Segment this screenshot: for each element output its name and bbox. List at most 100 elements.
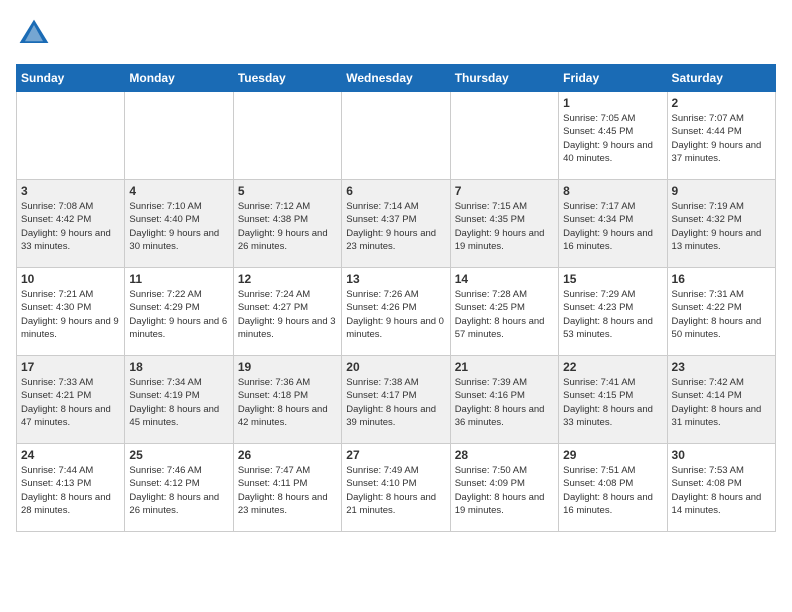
day-cell: 27Sunrise: 7:49 AM Sunset: 4:10 PM Dayli… (342, 444, 450, 532)
day-cell: 28 Sunrise: 7:50 AM Sunset: 4:09 PM Dayli… (450, 444, 558, 532)
day-number: 18 (129, 360, 228, 374)
day-info: Sunrise: 7:21 AM Sunset: 4:30 PM Dayligh… (21, 288, 120, 341)
calendar-body: 1 Sunrise: 7:05 AM Sunset: 4:45 PM Daylig… (17, 92, 776, 532)
day-info: Sunrise: 7:29 AM Sunset: 4:23 PM Dayligh… (563, 288, 662, 341)
day-number: 28 (455, 448, 554, 462)
day-cell: 11 Sunrise: 7:22 AM Sunset: 4:29 PM Dayli… (125, 268, 233, 356)
day-info: Sunrise: 7:26 AM Sunset: 4:26 PM Dayligh… (346, 288, 445, 341)
day-info: Sunrise: 7:53 AM Sunset: 4:08 PM Dayligh… (672, 464, 771, 517)
day-cell (125, 92, 233, 180)
day-number: 16 (672, 272, 771, 286)
day-number: 27 (346, 448, 445, 462)
day-number: 9 (672, 184, 771, 198)
day-info: Sunrise: 7:33 AM Sunset: 4:21 PM Dayligh… (21, 376, 120, 429)
week-row-2: 3 Sunrise: 7:08 AM Sunset: 4:42 PM Daylig… (17, 180, 776, 268)
day-cell: 15 Sunrise: 7:29 AM Sunset: 4:23 PM Dayli… (559, 268, 667, 356)
day-number: 22 (563, 360, 662, 374)
day-cell: 12 Sunrise: 7:24 AM Sunset: 4:27 PM Dayli… (233, 268, 341, 356)
day-number: 14 (455, 272, 554, 286)
day-number: 6 (346, 184, 445, 198)
day-number: 24 (21, 448, 120, 462)
day-info: Sunrise: 7:41 AM Sunset: 4:15 PM Dayligh… (563, 376, 662, 429)
day-info: Sunrise: 7:17 AM Sunset: 4:34 PM Dayligh… (563, 200, 662, 253)
day-number: 20 (346, 360, 445, 374)
day-cell: 22 Sunrise: 7:41 AM Sunset: 4:15 PM Dayli… (559, 356, 667, 444)
day-info: Sunrise: 7:15 AM Sunset: 4:35 PM Dayligh… (455, 200, 554, 253)
day-cell: 14 Sunrise: 7:28 AM Sunset: 4:25 PM Dayli… (450, 268, 558, 356)
day-cell: 2 Sunrise: 7:07 AM Sunset: 4:44 PM Daylig… (667, 92, 775, 180)
day-number: 2 (672, 96, 771, 110)
day-info: Sunrise: 7:47 AM Sunset: 4:11 PM Dayligh… (238, 464, 337, 517)
day-info: Sunrise: 7:22 AM Sunset: 4:29 PM Dayligh… (129, 288, 228, 341)
week-row-4: 17 Sunrise: 7:33 AM Sunset: 4:21 PM Dayli… (17, 356, 776, 444)
calendar-header: SundayMondayTuesdayWednesdayThursdayFrid… (17, 65, 776, 92)
header-cell-thursday: Thursday (450, 65, 558, 92)
day-number: 29 (563, 448, 662, 462)
day-cell: 16 Sunrise: 7:31 AM Sunset: 4:22 PM Dayli… (667, 268, 775, 356)
day-number: 13 (346, 272, 445, 286)
header-cell-saturday: Saturday (667, 65, 775, 92)
day-number: 26 (238, 448, 337, 462)
day-info: Sunrise: 7:07 AM Sunset: 4:44 PM Dayligh… (672, 112, 771, 165)
day-cell: 10Sunrise: 7:21 AM Sunset: 4:30 PM Dayli… (17, 268, 125, 356)
day-cell (233, 92, 341, 180)
day-info: Sunrise: 7:44 AM Sunset: 4:13 PM Dayligh… (21, 464, 120, 517)
day-info: Sunrise: 7:34 AM Sunset: 4:19 PM Dayligh… (129, 376, 228, 429)
day-cell: 7 Sunrise: 7:15 AM Sunset: 4:35 PM Daylig… (450, 180, 558, 268)
day-number: 17 (21, 360, 120, 374)
day-info: Sunrise: 7:50 AM Sunset: 4:09 PM Dayligh… (455, 464, 554, 517)
day-number: 23 (672, 360, 771, 374)
day-cell: 24 Sunrise: 7:44 AM Sunset: 4:13 PM Dayli… (17, 444, 125, 532)
day-number: 30 (672, 448, 771, 462)
day-number: 25 (129, 448, 228, 462)
day-info: Sunrise: 7:14 AM Sunset: 4:37 PM Dayligh… (346, 200, 445, 253)
day-cell: 26 Sunrise: 7:47 AM Sunset: 4:11 PM Dayli… (233, 444, 341, 532)
day-cell: 20 Sunrise: 7:38 AM Sunset: 4:17 PM Dayli… (342, 356, 450, 444)
logo-icon (16, 16, 52, 52)
day-cell: 30 Sunrise: 7:53 AM Sunset: 4:08 PM Dayli… (667, 444, 775, 532)
day-number: 11 (129, 272, 228, 286)
day-cell (17, 92, 125, 180)
day-info: Sunrise: 7:19 AM Sunset: 4:32 PM Dayligh… (672, 200, 771, 253)
day-info: Sunrise: 7:08 AM Sunset: 4:42 PM Dayligh… (21, 200, 120, 253)
day-info: Sunrise: 7:46 AM Sunset: 4:12 PM Dayligh… (129, 464, 228, 517)
day-cell: 23 Sunrise: 7:42 AM Sunset: 4:14 PM Dayli… (667, 356, 775, 444)
day-number: 12 (238, 272, 337, 286)
day-cell: 17 Sunrise: 7:33 AM Sunset: 4:21 PM Dayli… (17, 356, 125, 444)
day-number: 8 (563, 184, 662, 198)
day-info: Sunrise: 7:31 AM Sunset: 4:22 PM Dayligh… (672, 288, 771, 341)
day-number: 4 (129, 184, 228, 198)
day-cell: 9 Sunrise: 7:19 AM Sunset: 4:32 PM Daylig… (667, 180, 775, 268)
day-info: Sunrise: 7:39 AM Sunset: 4:16 PM Dayligh… (455, 376, 554, 429)
day-cell: 18 Sunrise: 7:34 AM Sunset: 4:19 PM Dayli… (125, 356, 233, 444)
day-number: 3 (21, 184, 120, 198)
day-cell: 19 Sunrise: 7:36 AM Sunset: 4:18 PM Dayli… (233, 356, 341, 444)
day-info: Sunrise: 7:24 AM Sunset: 4:27 PM Dayligh… (238, 288, 337, 341)
day-info: Sunrise: 7:38 AM Sunset: 4:17 PM Dayligh… (346, 376, 445, 429)
day-info: Sunrise: 7:36 AM Sunset: 4:18 PM Dayligh… (238, 376, 337, 429)
day-number: 7 (455, 184, 554, 198)
calendar-table: SundayMondayTuesdayWednesdayThursdayFrid… (16, 64, 776, 532)
week-row-1: 1 Sunrise: 7:05 AM Sunset: 4:45 PM Daylig… (17, 92, 776, 180)
header-cell-monday: Monday (125, 65, 233, 92)
day-info: Sunrise: 7:05 AM Sunset: 4:45 PM Dayligh… (563, 112, 662, 165)
day-cell: 6 Sunrise: 7:14 AM Sunset: 4:37 PM Daylig… (342, 180, 450, 268)
day-cell: 4Sunrise: 7:10 AM Sunset: 4:40 PM Daylig… (125, 180, 233, 268)
page-header (16, 16, 776, 52)
day-cell: 5Sunrise: 7:12 AM Sunset: 4:38 PM Daylig… (233, 180, 341, 268)
day-number: 21 (455, 360, 554, 374)
header-cell-friday: Friday (559, 65, 667, 92)
day-cell: 29 Sunrise: 7:51 AM Sunset: 4:08 PM Dayli… (559, 444, 667, 532)
day-number: 1 (563, 96, 662, 110)
day-number: 15 (563, 272, 662, 286)
day-info: Sunrise: 7:28 AM Sunset: 4:25 PM Dayligh… (455, 288, 554, 341)
day-number: 19 (238, 360, 337, 374)
week-row-3: 10Sunrise: 7:21 AM Sunset: 4:30 PM Dayli… (17, 268, 776, 356)
day-cell (342, 92, 450, 180)
day-info: Sunrise: 7:12 AM Sunset: 4:38 PM Dayligh… (238, 200, 337, 253)
day-cell: 1 Sunrise: 7:05 AM Sunset: 4:45 PM Daylig… (559, 92, 667, 180)
day-info: Sunrise: 7:42 AM Sunset: 4:14 PM Dayligh… (672, 376, 771, 429)
day-cell: 13 Sunrise: 7:26 AM Sunset: 4:26 PM Dayli… (342, 268, 450, 356)
day-info: Sunrise: 7:51 AM Sunset: 4:08 PM Dayligh… (563, 464, 662, 517)
header-cell-sunday: Sunday (17, 65, 125, 92)
